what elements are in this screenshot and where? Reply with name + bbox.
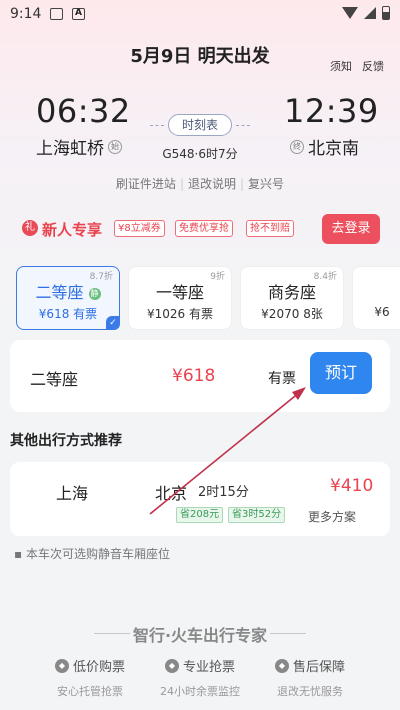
feature-low-price: ◆ 低价购票 安心托管抢票	[30, 656, 150, 699]
rec-to-city: 北京	[155, 484, 188, 503]
promo-tag: 免费优享抢	[175, 220, 233, 237]
battery-icon	[382, 6, 390, 20]
departure-time: 06:32	[36, 92, 131, 130]
footer-title: 智行·火车出行专家	[132, 626, 268, 645]
rec-price: ¥410	[330, 476, 374, 496]
feature-professional: ◆ 专业抢票 24小时余票监控	[160, 658, 240, 698]
schedule-line-right	[236, 125, 250, 126]
image-icon	[50, 8, 63, 20]
train-info-links: 刷证件进站 | 退改说明 | 复兴号	[0, 175, 400, 192]
a-icon: A	[72, 8, 85, 20]
availability: 有票	[268, 371, 296, 387]
seat-detail: ¥1026 有票	[146, 307, 214, 321]
seat-name: 二等座 静	[35, 283, 101, 302]
seat-name: 一等座	[155, 283, 204, 302]
seat-tab-more[interactable]: ¥6	[352, 266, 400, 330]
promo-title: 新人专享	[42, 221, 103, 239]
status-indicators	[342, 6, 390, 20]
id-entry-link[interactable]: 刷证件进站	[112, 177, 180, 191]
checkmark-icon: ✓	[106, 316, 120, 330]
bag-icon: ◆	[164, 658, 179, 673]
rec-from-city: 上海	[56, 484, 89, 503]
status-bar: 9:14 A	[0, 0, 400, 30]
recommend-title: 其他出行方式推荐	[10, 433, 122, 449]
more-options-link[interactable]: 更多方案	[308, 508, 356, 525]
login-button[interactable]: 去登录	[322, 214, 380, 244]
train-number-duration: G548·6时7分	[162, 147, 238, 161]
seat-name: 商务座	[267, 283, 316, 302]
saving-tag: 省208元	[176, 507, 224, 523]
seat-tab-business-class[interactable]: 8.4折 商务座 ¥2070 8张	[240, 266, 344, 330]
schedule-button[interactable]: 时刻表	[168, 114, 232, 136]
seat-tab-second-class[interactable]: 8.7折 二等座 静 ¥618 有票 ✓	[16, 266, 120, 330]
promo-tag: 抢不到赔	[246, 220, 294, 237]
seat-detail: ¥2070 8张	[261, 307, 323, 321]
shield-icon: ◆	[274, 658, 289, 673]
selected-price: ¥618	[172, 366, 216, 386]
book-button[interactable]: 预订	[310, 352, 372, 394]
saving-tag: 省3时52分	[228, 507, 286, 523]
gift-icon: 礼	[22, 220, 38, 236]
rec-duration: 2时15分	[198, 485, 249, 500]
booking-panel: 二等座 ¥618 有票 预订	[10, 340, 390, 412]
shield-icon: ◆	[54, 658, 69, 673]
signal-icon	[364, 7, 376, 19]
seat-tab-first-class[interactable]: 9折 一等座 ¥1026 有票	[128, 266, 232, 330]
quiet-car-icon: 静	[88, 287, 101, 300]
selected-seat: 二等座	[30, 370, 79, 389]
seat-detail: ¥618 有票	[38, 307, 98, 321]
notice-link[interactable]: 须知	[330, 58, 352, 74]
arrival-time: 12:39	[284, 92, 379, 130]
wifi-icon	[342, 7, 358, 19]
feature-after-sales: ◆ 售后保障 退改无忧服务	[250, 656, 370, 699]
status-time: 9:14	[10, 6, 42, 22]
flight-recommendation-card[interactable]: 上海 北京 2时15分 ¥410 省208元 省3时52分 更多方案	[10, 462, 390, 536]
train-type-link[interactable]: 复兴号	[244, 177, 288, 191]
seat-detail: ¥6	[374, 305, 390, 319]
feedback-link[interactable]: 反馈	[362, 58, 384, 74]
schedule-line-left	[150, 125, 164, 126]
quiet-car-note: ▪ 本车次可选购静音车厢座位	[14, 547, 170, 561]
refund-info-link[interactable]: 退改说明	[184, 177, 240, 191]
promo-tag: ¥8立减券	[114, 220, 165, 237]
